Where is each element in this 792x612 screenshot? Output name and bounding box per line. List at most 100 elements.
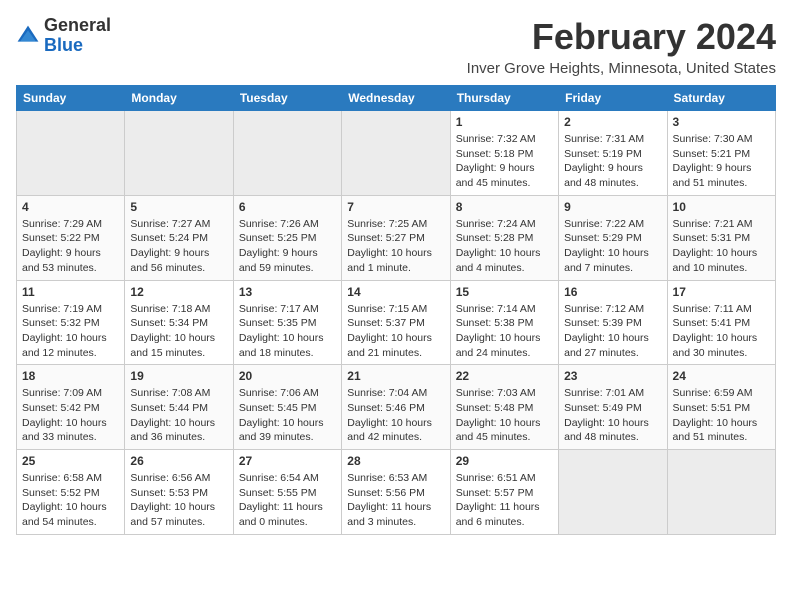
day-info: Sunrise: 6:58 AMSunset: 5:52 PMDaylight:… [22, 471, 119, 530]
day-info: Sunrise: 6:56 AMSunset: 5:53 PMDaylight:… [130, 471, 227, 530]
day-number: 23 [564, 369, 661, 383]
calendar-cell [17, 111, 125, 196]
calendar-cell: 23 Sunrise: 7:01 AMSunset: 5:49 PMDayligh… [559, 365, 667, 450]
calendar-cell: 19Sunrise: 7:08 AMSunset: 5:44 PMDayligh… [125, 365, 233, 450]
day-info: Sunrise: 7:27 AMSunset: 5:24 PMDaylight:… [130, 217, 227, 276]
weekday-header-wednesday: Wednesday [342, 86, 450, 111]
day-info: Sunrise: 6:54 AMSunset: 5:55 PMDaylight:… [239, 471, 336, 530]
calendar-table: SundayMondayTuesdayWednesdayThursdayFrid… [16, 85, 776, 535]
calendar-cell: 4 Sunrise: 7:29 AMSunset: 5:22 PMDaylight… [17, 195, 125, 280]
day-number: 12 [130, 285, 227, 299]
day-number: 18 [22, 369, 119, 383]
calendar-week-5: 25 Sunrise: 6:58 AMSunset: 5:52 PMDayligh… [17, 450, 776, 535]
day-number: 16 [564, 285, 661, 299]
calendar-cell [667, 450, 775, 535]
day-number: 14 [347, 285, 444, 299]
weekday-header-sunday: Sunday [17, 86, 125, 111]
calendar-cell [559, 450, 667, 535]
day-info: Sunrise: 7:15 AMSunset: 5:37 PMDaylight:… [347, 302, 444, 361]
day-number: 20 [239, 369, 336, 383]
day-info: Sunrise: 7:32 AMSunset: 5:18 PMDaylight:… [456, 132, 553, 191]
day-info: Sunrise: 7:09 AMSunset: 5:42 PMDaylight:… [22, 386, 119, 445]
logo-icon [16, 24, 40, 48]
day-info: Sunrise: 6:51 AMSunset: 5:57 PMDaylight:… [456, 471, 553, 530]
calendar-cell: 2 Sunrise: 7:31 AMSunset: 5:19 PMDaylight… [559, 111, 667, 196]
day-info: Sunrise: 7:29 AMSunset: 5:22 PMDaylight:… [22, 217, 119, 276]
calendar-cell: 25 Sunrise: 6:58 AMSunset: 5:52 PMDayligh… [17, 450, 125, 535]
day-number: 1 [456, 115, 553, 129]
calendar-cell: 12Sunrise: 7:18 AMSunset: 5:34 PMDayligh… [125, 280, 233, 365]
day-number: 25 [22, 454, 119, 468]
day-number: 4 [22, 200, 119, 214]
day-info: Sunrise: 7:21 AMSunset: 5:31 PMDaylight:… [673, 217, 770, 276]
day-info: Sunrise: 7:01 AMSunset: 5:49 PMDaylight:… [564, 386, 661, 445]
day-info: Sunrise: 7:06 AMSunset: 5:45 PMDaylight:… [239, 386, 336, 445]
weekday-header-friday: Friday [559, 86, 667, 111]
day-info: Sunrise: 7:31 AMSunset: 5:19 PMDaylight:… [564, 132, 661, 191]
day-number: 15 [456, 285, 553, 299]
day-number: 22 [456, 369, 553, 383]
weekday-header-row: SundayMondayTuesdayWednesdayThursdayFrid… [17, 86, 776, 111]
calendar-body: 1 Sunrise: 7:32 AMSunset: 5:18 PMDaylight… [17, 111, 776, 535]
calendar-cell: 17Sunrise: 7:11 AMSunset: 5:41 PMDayligh… [667, 280, 775, 365]
title-block: February 2024 Inver Grove Heights, Minne… [467, 16, 776, 77]
day-info: Sunrise: 7:24 AMSunset: 5:28 PMDaylight:… [456, 217, 553, 276]
calendar-cell: 7Sunrise: 7:25 AMSunset: 5:27 PMDaylight… [342, 195, 450, 280]
page-header: General Blue February 2024 Inver Grove H… [16, 16, 776, 77]
day-number: 9 [564, 200, 661, 214]
logo-general-text: General [44, 15, 111, 35]
day-info: Sunrise: 7:30 AMSunset: 5:21 PMDaylight:… [673, 132, 770, 191]
day-number: 27 [239, 454, 336, 468]
calendar-cell: 13 Sunrise: 7:17 AMSunset: 5:35 PMDayligh… [233, 280, 341, 365]
day-number: 6 [239, 200, 336, 214]
day-number: 2 [564, 115, 661, 129]
day-info: Sunrise: 7:12 AMSunset: 5:39 PMDaylight:… [564, 302, 661, 361]
calendar-cell: 10 Sunrise: 7:21 AMSunset: 5:31 PMDayligh… [667, 195, 775, 280]
day-number: 13 [239, 285, 336, 299]
calendar-cell: 5 Sunrise: 7:27 AMSunset: 5:24 PMDaylight… [125, 195, 233, 280]
day-number: 21 [347, 369, 444, 383]
day-info: Sunrise: 6:59 AMSunset: 5:51 PMDaylight:… [673, 386, 770, 445]
day-info: Sunrise: 7:04 AMSunset: 5:46 PMDaylight:… [347, 386, 444, 445]
calendar-cell: 11Sunrise: 7:19 AMSunset: 5:32 PMDayligh… [17, 280, 125, 365]
calendar-cell: 14 Sunrise: 7:15 AMSunset: 5:37 PMDayligh… [342, 280, 450, 365]
calendar-cell: 24Sunrise: 6:59 AMSunset: 5:51 PMDayligh… [667, 365, 775, 450]
calendar-cell: 26 Sunrise: 6:56 AMSunset: 5:53 PMDayligh… [125, 450, 233, 535]
day-info: Sunrise: 7:14 AMSunset: 5:38 PMDaylight:… [456, 302, 553, 361]
calendar-week-2: 4 Sunrise: 7:29 AMSunset: 5:22 PMDaylight… [17, 195, 776, 280]
day-info: Sunrise: 7:08 AMSunset: 5:44 PMDaylight:… [130, 386, 227, 445]
day-number: 8 [456, 200, 553, 214]
day-info: Sunrise: 6:53 AMSunset: 5:56 PMDaylight:… [347, 471, 444, 530]
calendar-cell: 3 Sunrise: 7:30 AMSunset: 5:21 PMDaylight… [667, 111, 775, 196]
day-number: 10 [673, 200, 770, 214]
calendar-cell: 9 Sunrise: 7:22 AMSunset: 5:29 PMDaylight… [559, 195, 667, 280]
month-title: February 2024 [467, 16, 776, 58]
calendar-cell: 8 Sunrise: 7:24 AMSunset: 5:28 PMDaylight… [450, 195, 558, 280]
day-info: Sunrise: 7:25 AMSunset: 5:27 PMDaylight:… [347, 217, 444, 276]
day-number: 28 [347, 454, 444, 468]
calendar-cell: 27 Sunrise: 6:54 AMSunset: 5:55 PMDayligh… [233, 450, 341, 535]
day-number: 26 [130, 454, 227, 468]
day-info: Sunrise: 7:17 AMSunset: 5:35 PMDaylight:… [239, 302, 336, 361]
calendar-cell: 6 Sunrise: 7:26 AMSunset: 5:25 PMDaylight… [233, 195, 341, 280]
day-info: Sunrise: 7:19 AMSunset: 5:32 PMDaylight:… [22, 302, 119, 361]
calendar-cell: 21 Sunrise: 7:04 AMSunset: 5:46 PMDayligh… [342, 365, 450, 450]
logo-blue-text: Blue [44, 35, 83, 55]
calendar-cell: 15 Sunrise: 7:14 AMSunset: 5:38 PMDayligh… [450, 280, 558, 365]
day-number: 5 [130, 200, 227, 214]
day-info: Sunrise: 7:03 AMSunset: 5:48 PMDaylight:… [456, 386, 553, 445]
day-info: Sunrise: 7:22 AMSunset: 5:29 PMDaylight:… [564, 217, 661, 276]
calendar-cell [125, 111, 233, 196]
day-number: 29 [456, 454, 553, 468]
weekday-header-monday: Monday [125, 86, 233, 111]
calendar-cell: 29 Sunrise: 6:51 AMSunset: 5:57 PMDayligh… [450, 450, 558, 535]
day-number: 3 [673, 115, 770, 129]
day-info: Sunrise: 7:26 AMSunset: 5:25 PMDaylight:… [239, 217, 336, 276]
calendar-cell [342, 111, 450, 196]
calendar-cell [233, 111, 341, 196]
day-number: 17 [673, 285, 770, 299]
calendar-cell: 20 Sunrise: 7:06 AMSunset: 5:45 PMDayligh… [233, 365, 341, 450]
calendar-cell: 1 Sunrise: 7:32 AMSunset: 5:18 PMDaylight… [450, 111, 558, 196]
calendar-week-4: 18 Sunrise: 7:09 AMSunset: 5:42 PMDayligh… [17, 365, 776, 450]
calendar-cell: 28 Sunrise: 6:53 AMSunset: 5:56 PMDayligh… [342, 450, 450, 535]
